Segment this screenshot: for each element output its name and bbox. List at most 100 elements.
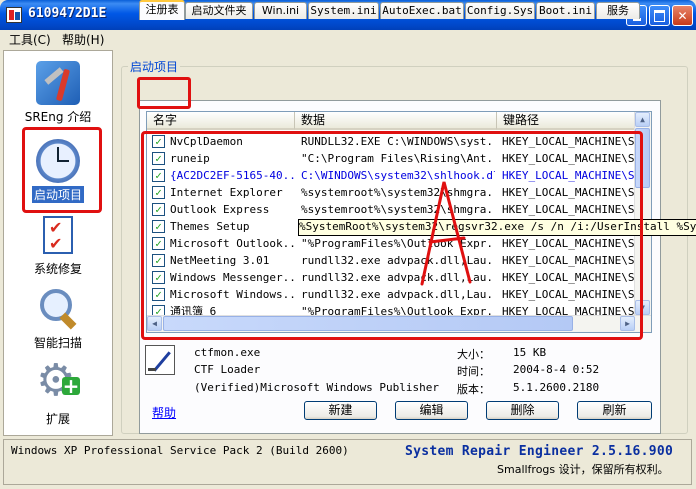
- cell-name: Internet Explorer: [170, 186, 283, 199]
- table-row[interactable]: ✓ Microsoft Outlook... "%ProgramFiles%\Out…: [147, 235, 637, 252]
- detail-size-label: 大小：: [457, 348, 490, 361]
- tab-system-ini[interactable]: System.ini: [308, 2, 379, 19]
- row-checkbox[interactable]: ✓: [152, 271, 165, 284]
- cell-name: Outlook Express: [170, 203, 270, 216]
- maximize-icon: [654, 9, 665, 22]
- row-checkbox[interactable]: ✓: [152, 186, 165, 199]
- cell-path: HKEY_LOCAL_MACHINE\SOF: [502, 169, 637, 182]
- sidebar-item-system-repair[interactable]: 系统修复: [4, 213, 112, 277]
- column-header-path[interactable]: 键路径: [497, 112, 637, 130]
- scroll-left-icon[interactable]: ◀: [147, 316, 162, 331]
- checklist-icon: [43, 216, 73, 254]
- sidebar: SREng 介绍 启动项目 系统修复 智能扫描 扩展: [3, 50, 113, 436]
- table-row[interactable]: ✓ Outlook Express %systemroot%\system32\sh…: [147, 201, 637, 218]
- row-checkbox[interactable]: ✓: [152, 288, 165, 301]
- table-row[interactable]: ✓ {AC2DC2EF-5165-40... C:\WINDOWS\system32…: [147, 167, 637, 184]
- vertical-scroll-thumb[interactable]: [635, 128, 650, 188]
- cell-path: HKEY_LOCAL_MACHINE\SOF: [502, 271, 637, 284]
- menu-tools[interactable]: 工具(C): [9, 31, 51, 48]
- cell-name: Microsoft Windows...: [170, 288, 294, 301]
- sidebar-item-label: 智能扫描: [33, 336, 82, 350]
- detail-time-label: 时间：: [457, 365, 490, 378]
- cell-name: Themes Setup: [170, 220, 250, 233]
- cell-name: runeip: [170, 152, 210, 165]
- cell-name: {AC2DC2EF-5165-40...: [170, 169, 294, 182]
- detail-file-name: ctfmon.exe: [194, 346, 261, 359]
- horizontal-scrollbar[interactable]: ◀ ▶: [147, 315, 651, 332]
- cell-name: NvCplDaemon: [170, 135, 243, 148]
- cell-path: HKEY_LOCAL_MACHINE\Sof: [502, 135, 637, 148]
- table-row[interactable]: ✓ NetMeeting 3.01 rundll32.exe advpack.dll…: [147, 252, 637, 269]
- magnifier-icon: [36, 287, 80, 331]
- help-link[interactable]: 帮助: [152, 404, 176, 421]
- row-checkbox[interactable]: ✓: [152, 169, 165, 182]
- maximize-button[interactable]: [649, 5, 670, 26]
- table-row[interactable]: ✓ NvCplDaemon RUNDLL32.EXE C:\WINDOWS\syst…: [147, 133, 637, 150]
- annotation-box-tab: [137, 77, 191, 109]
- refresh-button[interactable]: 刷新: [577, 401, 652, 420]
- status-os-version: Windows XP Professional Service Pack 2 (…: [11, 444, 349, 457]
- cell-data: rundll32.exe advpack.dll,Lau...: [301, 288, 495, 301]
- tab-registry[interactable]: 注册表: [139, 0, 185, 20]
- row-checkbox[interactable]: ✓: [152, 237, 165, 250]
- cell-data: "C:\Program Files\Rising\Ant...: [301, 152, 495, 165]
- sreng-tools-icon: [36, 61, 80, 105]
- sidebar-item-smart-scan[interactable]: 智能扫描: [4, 287, 112, 351]
- sidebar-item-label: SREng 介绍: [24, 110, 92, 124]
- cell-path: HKEY_LOCAL_MACHINE\SOF: [502, 237, 637, 250]
- cell-path: HKEY_LOCAL_MACHINE\SOF: [502, 288, 637, 301]
- vertical-scrollbar[interactable]: ▲ ▼: [634, 112, 651, 316]
- detail-size-value: 15 KB: [513, 346, 547, 359]
- sidebar-item-label: 系统修复: [33, 262, 82, 276]
- tab-win-ini[interactable]: Win.ini: [254, 2, 307, 19]
- horizontal-scroll-thumb[interactable]: [163, 316, 573, 331]
- status-copyright: Smallfrogs 设计，保留所有权利。: [497, 463, 669, 476]
- scroll-right-icon[interactable]: ▶: [620, 316, 635, 331]
- menu-help[interactable]: 帮助(H): [62, 31, 104, 48]
- tab-startup-folder[interactable]: 启动文件夹: [185, 2, 253, 19]
- delete-button[interactable]: 删除: [486, 401, 559, 420]
- status-app-version: System Repair Engineer 2.5.16.900: [405, 444, 674, 459]
- cell-path: HKEY_LOCAL_MACHINE\SOF: [502, 186, 637, 199]
- sidebar-item-label: 扩展: [45, 412, 70, 426]
- scroll-up-icon[interactable]: ▲: [635, 112, 650, 127]
- row-checkbox[interactable]: ✓: [152, 135, 165, 148]
- cell-data: RUNDLL32.EXE C:\WINDOWS\syst...: [301, 135, 495, 148]
- window-title: 6109472D1E: [28, 6, 107, 21]
- detail-time-value: 2004-8-4 0:52: [513, 363, 600, 376]
- table-row[interactable]: ✓ Microsoft Windows... rundll32.exe advpac…: [147, 286, 637, 303]
- cell-path: HKEY_LOCAL_MACHINE\SOF: [502, 254, 637, 267]
- row-checkbox[interactable]: ✓: [152, 220, 165, 233]
- sidebar-item-extensions[interactable]: 扩展: [4, 355, 112, 427]
- tab-config-sys[interactable]: Config.Sys: [465, 2, 535, 19]
- table-row[interactable]: ✓ Internet Explorer %systemroot%\system32\…: [147, 184, 637, 201]
- new-button[interactable]: 新建: [304, 401, 377, 420]
- cell-name: NetMeeting 3.01: [170, 254, 270, 267]
- cell-path: HKEY_LOCAL_MACHINE\SOF: [502, 203, 637, 216]
- annotation-letter-a: [420, 181, 472, 286]
- row-checkbox[interactable]: ✓: [152, 254, 165, 267]
- tab-autoexec-bat[interactable]: AutoExec.bat: [380, 2, 464, 19]
- cell-name: Windows Messenger...: [170, 271, 294, 284]
- cell-path: HKEY_LOCAL_MACHINE\Sof: [502, 152, 637, 165]
- column-header-name[interactable]: 名字: [147, 112, 295, 130]
- table-row[interactable]: ✓ Windows Messenger... rundll32.exe advpac…: [147, 269, 637, 286]
- cell-name: Microsoft Outlook...: [170, 237, 294, 250]
- scroll-down-icon[interactable]: ▼: [635, 300, 650, 315]
- menu-bar: 工具(C) 帮助(H): [0, 30, 696, 48]
- tab-services[interactable]: 服务: [596, 2, 640, 19]
- detail-version-label: 版本：: [457, 383, 490, 396]
- table-row[interactable]: ✓ runeip "C:\Program Files\Rising\Ant... HK…: [147, 150, 637, 167]
- annotation-box-nav: [22, 127, 102, 213]
- sidebar-item-sreng-intro[interactable]: SREng 介绍: [4, 61, 112, 125]
- app-icon: [6, 7, 22, 23]
- data-tooltip: %SystemRoot%\system32\regsvr32.exe /s /n…: [298, 219, 696, 236]
- file-icon: [145, 345, 175, 375]
- row-checkbox[interactable]: ✓: [152, 152, 165, 165]
- close-icon: ✕: [677, 8, 688, 23]
- close-button[interactable]: ✕: [672, 5, 693, 26]
- tab-boot-ini[interactable]: Boot.ini: [536, 2, 595, 19]
- row-checkbox[interactable]: ✓: [152, 203, 165, 216]
- edit-button[interactable]: 编辑: [395, 401, 468, 420]
- column-header-data[interactable]: 数据: [295, 112, 497, 130]
